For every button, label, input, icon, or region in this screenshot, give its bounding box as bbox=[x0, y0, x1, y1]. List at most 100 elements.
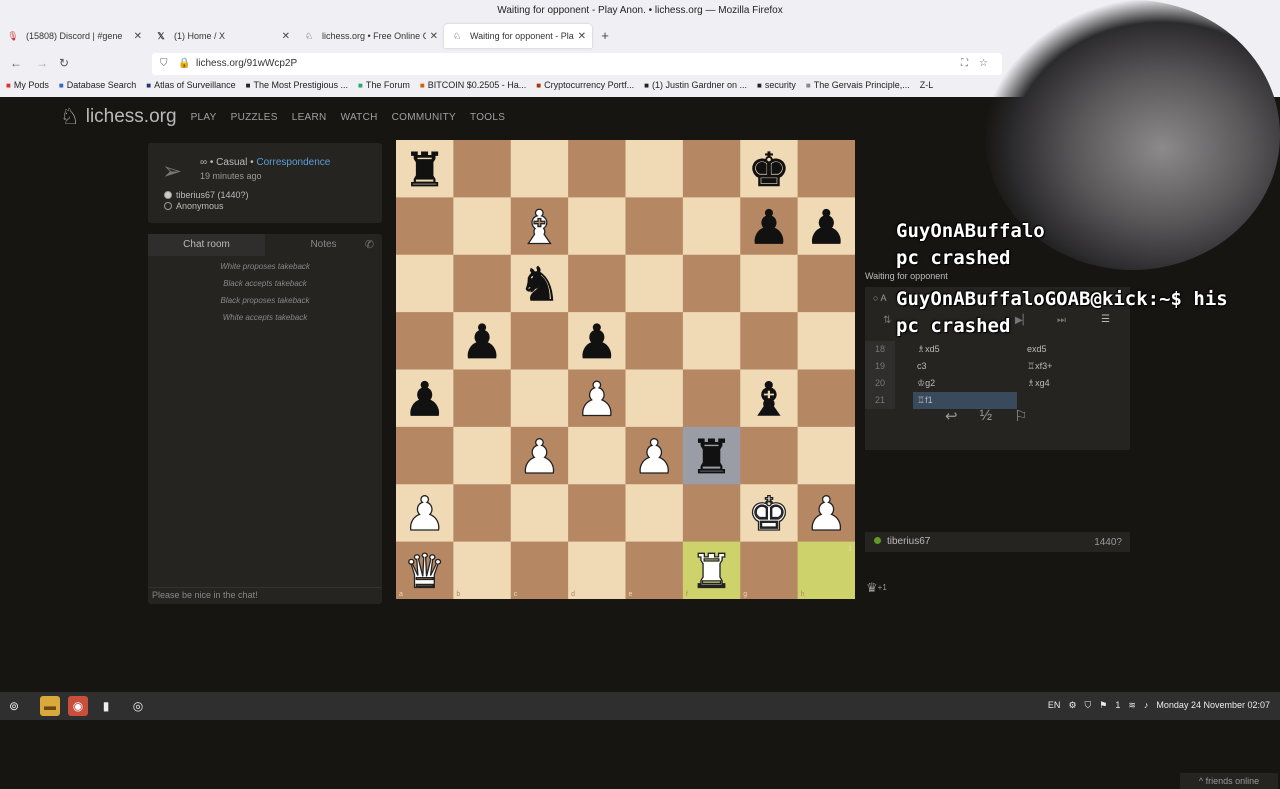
square-e1[interactable] bbox=[625, 541, 684, 599]
opponent-name[interactable]: tiberius67 bbox=[887, 536, 930, 547]
bookmark[interactable]: ■ Database Search bbox=[59, 80, 136, 96]
square-c2[interactable] bbox=[510, 484, 569, 543]
nav-play[interactable]: PLAY bbox=[191, 112, 217, 123]
square-c8[interactable] bbox=[510, 140, 569, 198]
bookmark[interactable]: ■ (1) Justin Gardner on ... bbox=[644, 80, 747, 96]
white-piece-h2[interactable]: ♟ bbox=[805, 486, 848, 542]
square-d8[interactable] bbox=[568, 140, 626, 198]
chat-input[interactable]: Please be nice in the chat! bbox=[148, 587, 382, 602]
white-piece-g2[interactable]: ♚ bbox=[747, 486, 790, 542]
white-piece-a2[interactable]: ♟ bbox=[403, 486, 446, 542]
obs-icon[interactable]: ◎ bbox=[128, 696, 148, 716]
square-f5[interactable] bbox=[682, 312, 741, 370]
square-h6[interactable] bbox=[797, 254, 855, 313]
square-f6[interactable] bbox=[682, 254, 741, 313]
nav-learn[interactable]: LEARN bbox=[292, 112, 327, 123]
tab-waiting[interactable]: ♘ Waiting for opponent - Play ✕ bbox=[444, 24, 592, 48]
white-piece-f1[interactable]: ♜ bbox=[690, 544, 733, 599]
nav-watch[interactable]: WATCH bbox=[341, 112, 378, 123]
chess-board[interactable]: 87654321a b c d e f g h♜ ♚♝ ♟ ♟♞♟ ♟♟ ♟ ♝♟ ♟ ♜♟ ♚ ♟♛ ♜ bbox=[396, 140, 855, 599]
back-icon[interactable]: ← bbox=[10, 56, 22, 70]
translate-icon[interactable]: ⛶ bbox=[961, 53, 968, 75]
move-white[interactable]: c3 bbox=[917, 358, 927, 375]
black-piece-h7[interactable]: ♟ bbox=[805, 200, 848, 256]
bookmark[interactable]: ■ security bbox=[757, 80, 796, 96]
menu-icon[interactable]: ☰ bbox=[1101, 314, 1110, 325]
firefox-icon[interactable]: ◉ bbox=[68, 696, 88, 716]
square-g5[interactable] bbox=[740, 312, 799, 370]
move-black[interactable]: ♗xg4 bbox=[1027, 375, 1050, 392]
menu-icon[interactable]: ⊚ bbox=[4, 696, 24, 716]
nav-community[interactable]: COMMUNITY bbox=[392, 112, 456, 123]
tab-discord[interactable]: 🎙 (15808) Discord | #gene ✕ bbox=[0, 24, 148, 48]
square-b6[interactable] bbox=[453, 254, 512, 313]
square-c4[interactable] bbox=[510, 369, 569, 428]
correspondence-link[interactable]: Correspondence bbox=[256, 157, 330, 168]
square-f2[interactable] bbox=[682, 484, 741, 543]
square-g3[interactable] bbox=[740, 426, 799, 485]
black-piece-a8[interactable]: ♜ bbox=[403, 143, 446, 199]
resign-button[interactable]: ⚐ bbox=[1014, 407, 1027, 427]
close-icon[interactable]: ✕ bbox=[282, 31, 290, 42]
bookmark[interactable]: ■ The Most Prestigious ... bbox=[246, 80, 348, 96]
square-c5[interactable] bbox=[510, 312, 569, 370]
black-piece-a4[interactable]: ♟ bbox=[403, 372, 446, 428]
black-piece-g4[interactable]: ♝ bbox=[748, 372, 791, 428]
star-icon[interactable]: ☆ bbox=[979, 53, 988, 75]
language-indicator[interactable]: EN bbox=[1048, 700, 1061, 711]
move-black[interactable]: ♖xf3+ bbox=[1027, 358, 1052, 375]
black-piece-f3[interactable]: ♜ bbox=[690, 429, 733, 485]
square-e4[interactable] bbox=[625, 369, 684, 428]
white-piece-c3[interactable]: ♟ bbox=[518, 429, 561, 485]
square-g6[interactable] bbox=[740, 254, 799, 313]
phone-icon[interactable]: ✆ bbox=[365, 238, 374, 251]
bookmark[interactable]: ■ Cryptocurrency Portf... bbox=[536, 80, 634, 96]
square-e6[interactable] bbox=[625, 254, 684, 313]
square-g1[interactable] bbox=[740, 541, 799, 599]
close-icon[interactable]: ✕ bbox=[578, 31, 586, 42]
bookmark[interactable]: ■ Atlas of Surveillance bbox=[146, 80, 235, 96]
url-bar[interactable]: ⛉ 🔒 lichess.org/91wWcp2P ⛶ ☆ bbox=[152, 53, 1002, 75]
tab-lichess[interactable]: ♘ lichess.org • Free Online Ch ✕ bbox=[296, 24, 444, 48]
terminal-icon[interactable]: ▮ bbox=[96, 696, 116, 716]
shield-icon[interactable]: ⛉ bbox=[1085, 700, 1092, 711]
square-a3[interactable] bbox=[396, 426, 454, 485]
friends-online-button[interactable]: ^ friends online bbox=[1180, 773, 1278, 789]
takeback-button[interactable]: ↩ bbox=[945, 407, 958, 427]
black-piece-b5[interactable]: ♟ bbox=[461, 315, 504, 371]
reload-icon[interactable]: ↻ bbox=[59, 56, 69, 70]
white-piece-a1[interactable]: ♛ bbox=[403, 544, 446, 599]
white-piece-d4[interactable]: ♟ bbox=[575, 372, 618, 428]
black-piece-g7[interactable]: ♟ bbox=[748, 200, 791, 256]
bookmark[interactable]: ■ My Pods bbox=[6, 80, 49, 96]
close-icon[interactable]: ✕ bbox=[430, 31, 438, 42]
square-d1[interactable] bbox=[568, 541, 626, 599]
square-b1[interactable] bbox=[453, 541, 512, 599]
next-move-icon[interactable]: ▶▏ bbox=[1015, 315, 1030, 326]
bookmark[interactable]: ■ BITCOIN $0.2505 - Ha... bbox=[420, 80, 526, 96]
square-e2[interactable] bbox=[625, 484, 684, 543]
black-piece-d5[interactable]: ♟ bbox=[575, 315, 618, 371]
clock[interactable]: Monday 24 November 02:07 bbox=[1156, 700, 1270, 711]
square-h8[interactable] bbox=[797, 140, 855, 198]
bookmark[interactable]: ■ The Gervais Principle,... bbox=[806, 80, 910, 96]
square-d6[interactable] bbox=[568, 254, 626, 313]
square-f4[interactable] bbox=[682, 369, 741, 428]
network-icon[interactable]: ⚙ bbox=[1068, 700, 1076, 711]
tab-x[interactable]: 𝕏 (1) Home / X ✕ bbox=[148, 24, 296, 48]
square-h1[interactable] bbox=[797, 541, 855, 599]
bookmark[interactable]: ■ The Forum bbox=[358, 80, 410, 96]
square-d3[interactable] bbox=[568, 426, 626, 485]
tab-chat-room[interactable]: Chat room bbox=[148, 234, 265, 256]
black-piece-g8[interactable]: ♚ bbox=[748, 143, 791, 199]
square-a5[interactable] bbox=[396, 312, 454, 370]
nav-tools[interactable]: TOOLS bbox=[470, 112, 505, 123]
square-b4[interactable] bbox=[453, 369, 512, 428]
square-b2[interactable] bbox=[453, 484, 512, 543]
flip-board-icon[interactable]: ⇅ bbox=[883, 315, 891, 326]
square-b3[interactable] bbox=[453, 426, 512, 485]
move-black[interactable]: exd5 bbox=[1027, 341, 1047, 358]
square-d2[interactable] bbox=[568, 484, 626, 543]
square-e8[interactable] bbox=[625, 140, 684, 198]
move-white[interactable]: ♗xd5 bbox=[917, 341, 940, 358]
